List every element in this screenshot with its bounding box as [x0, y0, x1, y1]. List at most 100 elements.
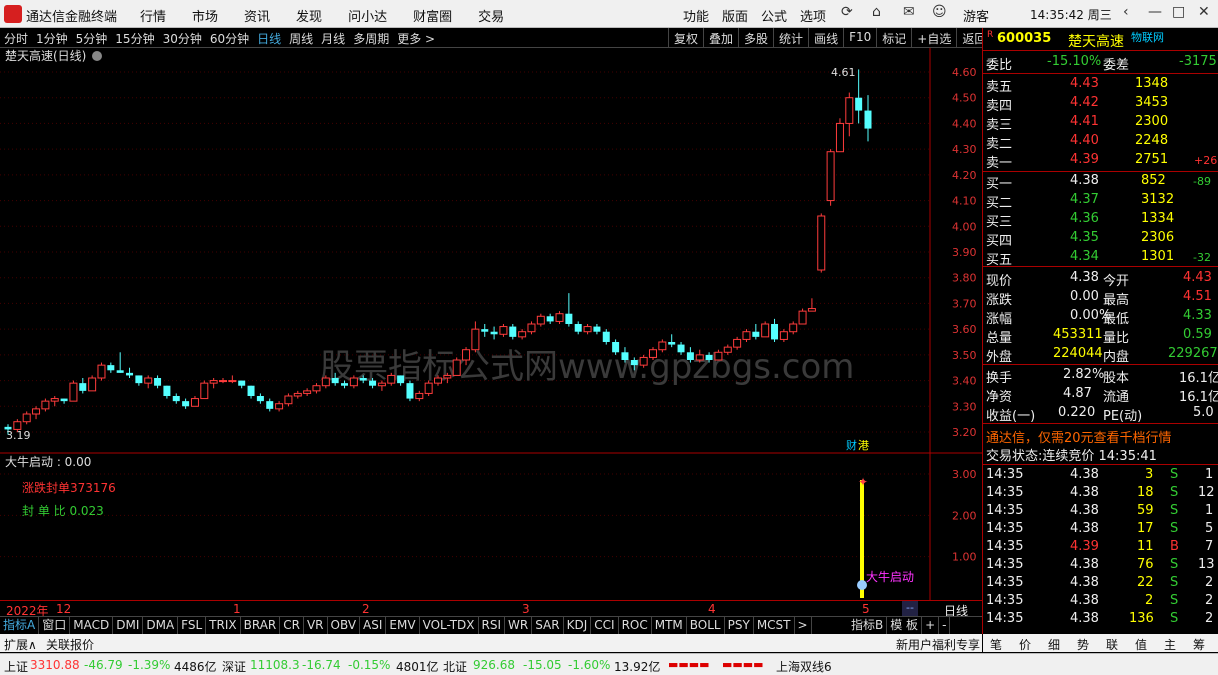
indicator-tab-23[interactable]: MCST [754, 617, 795, 634]
quote-row: 卖一 4.39 2751 +26 [983, 151, 1218, 171]
user-icon[interactable]: ☺ [932, 4, 947, 20]
indicator-tab-20[interactable]: MTM [652, 617, 687, 634]
quote-tab-2[interactable]: 细 [1048, 636, 1060, 653]
guest-login[interactable]: 游客 [963, 6, 989, 25]
refresh-icon[interactable]: ⟳ [841, 4, 853, 20]
period-tab-10[interactable]: 更多 > [397, 30, 435, 47]
market-line[interactable]: 上海双线6 [776, 658, 832, 675]
chart-tool-7[interactable]: +自选 [911, 28, 956, 49]
indicator-tab-0[interactable]: 指标A [0, 617, 40, 634]
chart-tool-5[interactable]: F10 [843, 28, 876, 49]
related-quote-button[interactable]: 关联报价 [46, 636, 94, 653]
menu-item-5[interactable]: 财富圈 [413, 6, 452, 25]
indicator-tab-24[interactable]: > [795, 617, 812, 634]
bid-price: 4.34 [1070, 249, 1099, 264]
indicator-tab-22[interactable]: PSY [725, 617, 754, 634]
period-tab-0[interactable]: 分时 [4, 30, 28, 47]
quote-row: R 600035 楚天高速 物联网 [983, 30, 1218, 50]
quote-tab-1[interactable]: 价 [1019, 636, 1031, 653]
indicator-tab-21[interactable]: BOLL [687, 617, 725, 634]
promo-link[interactable]: 新用户福利专享 [896, 636, 980, 653]
indicator-tab-16[interactable]: SAR [532, 617, 564, 634]
period-tab-6[interactable]: 日线 [257, 30, 281, 47]
chart-tool-0[interactable]: 复权 [668, 28, 703, 49]
menu-item-3[interactable]: 发现 [296, 6, 322, 25]
period-tab-2[interactable]: 5分钟 [76, 30, 108, 47]
tick-price: 4.38 [1070, 611, 1099, 626]
indicator-line2: 封 单 比 0.023 [22, 504, 104, 518]
minimize-icon[interactable]: — [1148, 4, 1162, 20]
quote-tab-5[interactable]: 值 [1135, 636, 1147, 653]
indicator-tab-14[interactable]: RSI [479, 617, 506, 634]
menu-item-1[interactable]: 市场 [192, 6, 218, 25]
menu-item-2[interactable]: 资讯 [244, 6, 270, 25]
scroll-end-icon[interactable]: -- [902, 601, 918, 616]
period-tab-1[interactable]: 1分钟 [36, 30, 68, 47]
tool-item-3[interactable]: 选项 [800, 6, 826, 25]
candle-body [649, 349, 657, 358]
indicator-tab-5[interactable]: FSL [178, 617, 207, 634]
quote-tab-7[interactable]: 筹 [1193, 636, 1205, 653]
chart-tool-2[interactable]: 多股 [738, 28, 773, 49]
chart-area[interactable]: 楚天高速(日线) 股票指标公式网www.gpzbgs.com 4.60 4.50 4… [0, 48, 982, 601]
indicator-tab-7[interactable]: BRAR [241, 617, 281, 634]
indicator-tab-1[interactable]: 窗口 [39, 617, 71, 634]
period-tab-8[interactable]: 月线 [321, 30, 345, 47]
period-tab-4[interactable]: 30分钟 [163, 30, 202, 47]
bz-label[interactable]: 北证 [443, 658, 467, 675]
stat-value: 229267 [1168, 346, 1218, 361]
period-tab-9[interactable]: 多周期 [353, 30, 389, 47]
indicator-tab-12[interactable]: EMV [386, 617, 420, 634]
maximize-icon[interactable]: □ [1172, 4, 1185, 20]
indicator-tab-18[interactable]: CCI [591, 617, 619, 634]
period-tab-3[interactable]: 15分钟 [115, 30, 154, 47]
lock-icon[interactable]: ⌂ [872, 4, 881, 20]
chart-tool-1[interactable]: 叠加 [703, 28, 738, 49]
chart-tool-6[interactable]: 标记 [876, 28, 911, 49]
indicator-tab-4[interactable]: DMA [143, 617, 179, 634]
menu-item-4[interactable]: 问小达 [348, 6, 387, 25]
close-icon[interactable]: ✕ [1198, 4, 1210, 20]
indicator-right-tab-1[interactable]: 模 板 [887, 617, 923, 634]
menu-item-6[interactable]: 交易 [478, 6, 504, 25]
expand-button[interactable]: 扩展∧ [4, 636, 37, 653]
indicator-tab-13[interactable]: VOL-TDX [420, 617, 479, 634]
kline-chart[interactable]: 楚天高速(日线) 股票指标公式网www.gpzbgs.com 4.604.504… [0, 48, 982, 601]
indicator-tab-10[interactable]: OBV [328, 617, 361, 634]
shirt-icon[interactable]: ✉ [903, 4, 915, 20]
indicator-right-tab-2[interactable]: + [922, 617, 940, 634]
tick-count: 7 [1205, 539, 1214, 554]
quote-tab-6[interactable]: 主 [1164, 636, 1176, 653]
back-icon[interactable]: ‹ [1123, 4, 1129, 20]
period-tab-5[interactable]: 60分钟 [210, 30, 249, 47]
indicator-right-tab-0[interactable]: 指标B [848, 617, 888, 634]
menu-item-0[interactable]: 行情 [140, 6, 166, 25]
price-tick: 4.40 [952, 117, 977, 130]
period-tab-7[interactable]: 周线 [289, 30, 313, 47]
indicator-tab-9[interactable]: VR [304, 617, 328, 634]
chart-menu-icon[interactable] [92, 51, 102, 61]
tool-item-2[interactable]: 公式 [761, 6, 787, 25]
indicator-tab-8[interactable]: CR [280, 617, 304, 634]
tool-item-1[interactable]: 版面 [722, 6, 748, 25]
indicator-right-tab-3[interactable]: - [939, 617, 951, 634]
indicator-tab-15[interactable]: WR [505, 617, 533, 634]
quote-row: 买二 4.37 3132 [983, 191, 1218, 211]
indicator-tab-3[interactable]: DMI [113, 617, 144, 634]
sh-label[interactable]: 上证 [4, 658, 28, 675]
indicator-tab-17[interactable]: KDJ [564, 617, 592, 634]
indicator-tab-2[interactable]: MACD [70, 617, 114, 634]
indicator-tab-6[interactable]: TRIX [206, 617, 241, 634]
quote-tab-3[interactable]: 势 [1077, 636, 1089, 653]
sz-label[interactable]: 深证 [222, 658, 246, 675]
quote-tab-4[interactable]: 联 [1106, 636, 1118, 653]
stat-label: 外盘 [986, 350, 1013, 365]
chart-tool-3[interactable]: 统计 [773, 28, 808, 49]
indicator-tab-11[interactable]: ASI [360, 617, 387, 634]
indicator-tab-19[interactable]: ROC [619, 617, 652, 634]
chart-tool-4[interactable]: 画线 [808, 28, 843, 49]
candle-body [443, 374, 452, 379]
tool-item-0[interactable]: 功能 [683, 6, 709, 25]
weibi-label: 委比 [986, 58, 1013, 73]
quote-tab-0[interactable]: 笔 [990, 636, 1002, 653]
